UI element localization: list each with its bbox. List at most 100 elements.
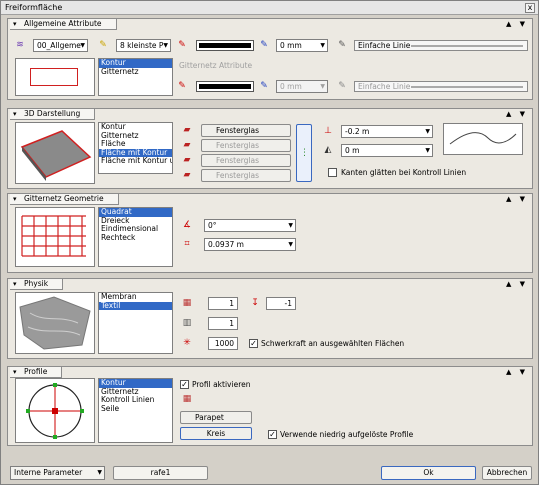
- stiffness-icon: ▥: [182, 318, 192, 328]
- gravity-checkbox[interactable]: ✓: [249, 339, 258, 348]
- panel-up-down-icon[interactable]: ▲ ▼: [506, 280, 528, 288]
- fabric-illustration: [19, 296, 91, 350]
- layer-dropdown[interactable]: 00_Allgeme ▼: [33, 39, 88, 52]
- value1-field[interactable]: 1: [208, 297, 238, 310]
- offset-icon-2: ◭: [324, 145, 332, 155]
- panel-header[interactable]: ▾ Gitternetz Geometrie: [10, 194, 119, 205]
- pen-dropdown[interactable]: 8 kleinste P ▼: [116, 39, 171, 52]
- surface-preview: [15, 122, 95, 184]
- material-icon: ▰: [183, 125, 191, 135]
- profile-list[interactable]: Kontur Gitternetz Kontroll Linien Seile: [98, 378, 173, 443]
- curve-illustration: [449, 132, 517, 145]
- color-pencil-icon-2: ✎: [178, 81, 186, 91]
- gravity-icon: ✳: [183, 338, 191, 348]
- collapse-arrow-icon: ▾: [13, 368, 17, 376]
- smooth-edges-checkbox[interactable]: [328, 168, 337, 177]
- pen-width-dropdown[interactable]: 0 mm ▼: [276, 39, 328, 52]
- close-button[interactable]: x: [525, 3, 535, 13]
- panel-physik: ▾ Physik ▲ ▼ Membran Textil ▦ 1 ↧ -1 ▥ 1 ✳…: [7, 278, 533, 359]
- value3-field[interactable]: 1: [208, 317, 238, 330]
- collapse-arrow-icon: ▾: [13, 110, 17, 118]
- preview-box: [15, 58, 95, 96]
- linetype-icon-2: ✎: [338, 81, 346, 91]
- pen-icon: ✎: [99, 40, 107, 50]
- offset2-dropdown[interactable]: 0 m ▼: [341, 144, 433, 157]
- value2-field[interactable]: -1: [266, 297, 296, 310]
- grid-size-icon: ⌗: [184, 239, 190, 249]
- profile-preview: [15, 378, 95, 443]
- panel-up-down-icon[interactable]: ▲ ▼: [506, 195, 528, 203]
- list-item[interactable]: Gitternetz: [99, 67, 172, 77]
- collapse-arrow-icon: ▾: [13, 20, 17, 28]
- panel-title: Gitternetz Geometrie: [24, 194, 104, 203]
- panel-up-down-icon[interactable]: ▲ ▼: [506, 20, 528, 28]
- material-button-4[interactable]: Fensterglas: [201, 169, 291, 182]
- tension-icon: ↧: [251, 298, 259, 308]
- panel-3d-darstellung: ▾ 3D Darstellung ▲ ▼ Kontur Gitternetz Flä…: [7, 108, 533, 189]
- panel-header[interactable]: ▾ 3D Darstellung: [10, 109, 96, 120]
- linetype-selector[interactable]: Einfache Linie: [354, 40, 528, 51]
- color-pencil-icon: ✎: [178, 40, 186, 50]
- name-field[interactable]: rafe1: [113, 466, 208, 480]
- title-bar: Freiformfläche x: [1, 1, 538, 15]
- list-item[interactable]: Rechteck: [99, 233, 172, 243]
- attribute-list[interactable]: Kontur Gitternetz: [98, 58, 173, 96]
- material-icon: ▰: [183, 170, 191, 180]
- display-mode-list[interactable]: Kontur Gitternetz Fläche Fläche mit Kont…: [98, 122, 173, 174]
- value4-field[interactable]: 1000: [208, 337, 238, 350]
- grid-pen-width-dropdown[interactable]: 0 mm ▼: [276, 80, 328, 93]
- profile-activate-checkbox[interactable]: ✓: [180, 380, 189, 389]
- grid-illustration: [21, 215, 86, 257]
- offset-icon: ⊥: [324, 126, 332, 136]
- panel-header[interactable]: ▾ Profile: [10, 367, 63, 378]
- fabric-preview: [15, 292, 95, 354]
- material-button-3[interactable]: Fensterglas: [201, 154, 291, 167]
- grid-attributes-label: Gitternetz Attribute: [179, 61, 253, 70]
- panel-title: Allgemeine Attribute: [24, 19, 102, 28]
- link-materials-button[interactable]: ⋮: [296, 124, 312, 182]
- angle-dropdown[interactable]: 0° ▼: [204, 219, 296, 232]
- contour-preview-rect: [30, 68, 78, 86]
- panel-header[interactable]: ▾ Physik: [10, 279, 64, 290]
- panel-up-down-icon[interactable]: ▲ ▼: [506, 110, 528, 118]
- list-item[interactable]: Seile: [99, 404, 172, 414]
- parapet-button[interactable]: Parapet: [180, 411, 252, 424]
- grid-linetype-selector[interactable]: Einfache Linie: [354, 81, 528, 92]
- grid-color-swatch[interactable]: [196, 81, 254, 92]
- smooth-edges-label: Kanten glätten bei Kontroll Linien: [341, 168, 467, 177]
- list-item[interactable]: Fläche mit Kontur und: [99, 156, 172, 166]
- panel-header[interactable]: ▾ Allgemeine Attribute: [10, 19, 117, 30]
- kreis-button[interactable]: Kreis: [180, 427, 252, 440]
- profile-illustration: [26, 383, 84, 439]
- profile-activate-label: Profil aktivieren: [192, 380, 251, 389]
- gravity-label: Schwerkraft an ausgewählten Flächen: [261, 339, 405, 348]
- list-item[interactable]: Textil: [99, 301, 172, 310]
- material-type-list[interactable]: Membran Textil: [98, 292, 173, 354]
- profile-grid-icon: ▦: [182, 394, 192, 404]
- panel-up-down-icon[interactable]: ▲ ▼: [506, 368, 528, 376]
- offset-dropdown[interactable]: -0.2 m ▼: [341, 125, 433, 138]
- ok-button[interactable]: Ok: [381, 466, 476, 480]
- surface-3d-illustration: [20, 130, 92, 181]
- pen-width-icon-2: ✎: [260, 81, 268, 91]
- angle-icon: ∡: [182, 220, 192, 230]
- link-icon: ⋮: [300, 148, 309, 158]
- pen-color-swatch[interactable]: [196, 40, 254, 51]
- material-button-1[interactable]: Fensterglas: [201, 124, 291, 137]
- panel-title: Profile: [24, 367, 48, 376]
- material-icon: ▰: [183, 140, 191, 150]
- grid-type-list[interactable]: Quadrat Dreieck Eindimensional Rechteck: [98, 207, 173, 267]
- cancel-button[interactable]: Abbrechen: [482, 466, 532, 480]
- curve-preview: [443, 123, 523, 155]
- window-title: Freiformfläche: [5, 3, 63, 12]
- panel-gitternetz-geometrie: ▾ Gitternetz Geometrie ▲ ▼ Quadrat Dreieck…: [7, 193, 533, 273]
- layer-icon: ≋: [16, 40, 24, 50]
- grid-size-dropdown[interactable]: 0.0937 m ▼: [204, 238, 296, 251]
- panel-profile: ▾ Profile ▲ ▼ Kontur Gitternetz Kontroll L…: [7, 366, 533, 446]
- panel-allgemeine-attribute: ▾ Allgemeine Attribute ▲ ▼ ≋ 00_Allgeme ▼ ✎…: [7, 18, 533, 100]
- internal-parameters-dropdown[interactable]: Interne Parameter ▼: [10, 466, 105, 480]
- dialog-window: Freiformfläche x ▾ Allgemeine Attribute ▲ …: [0, 0, 539, 485]
- panel-title: 3D Darstellung: [24, 109, 81, 118]
- material-button-2[interactable]: Fensterglas: [201, 139, 291, 152]
- lowres-checkbox[interactable]: ✓: [268, 430, 277, 439]
